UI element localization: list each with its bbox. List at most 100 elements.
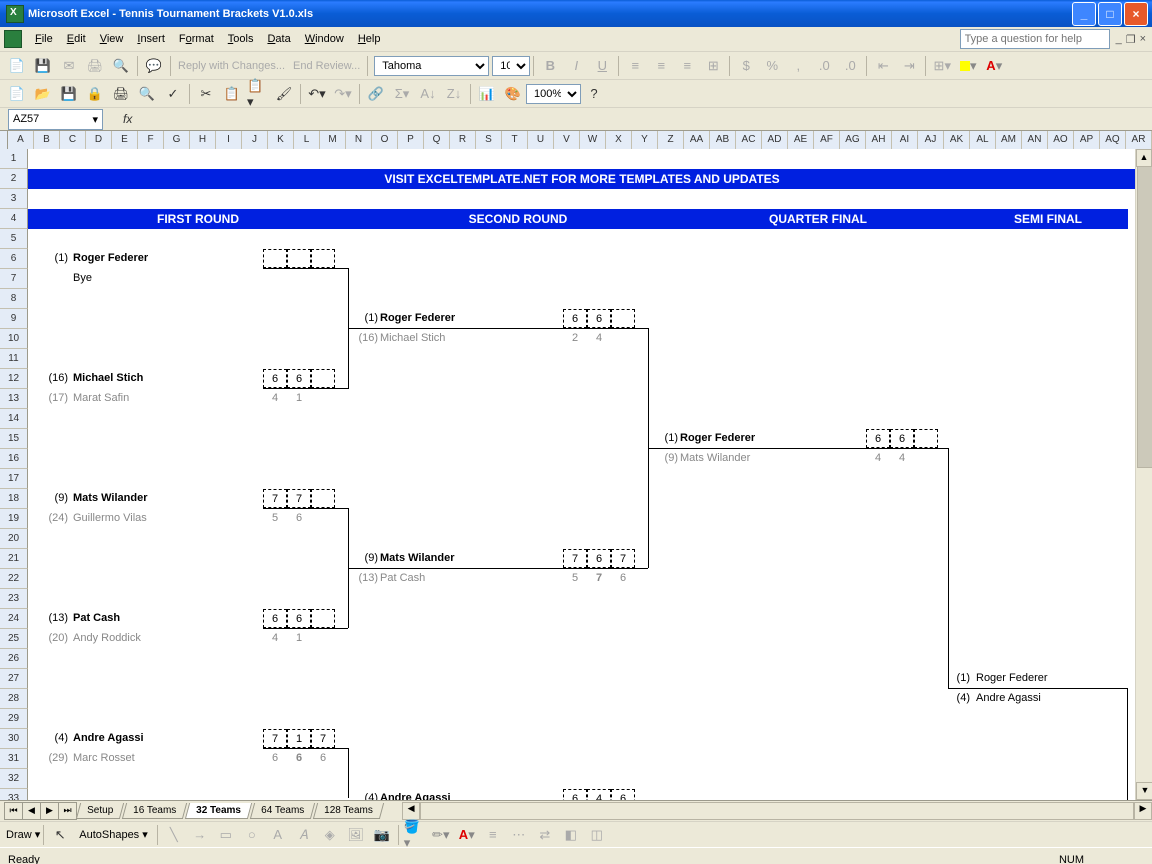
3d-button[interactable]: ◫ (585, 823, 609, 847)
row-header[interactable]: 13 (0, 389, 28, 409)
tab-16-teams[interactable]: 16 Teams (122, 803, 187, 819)
row-header[interactable]: 24 (0, 609, 28, 629)
score-cell[interactable]: 7 (563, 549, 587, 568)
tab-first-button[interactable]: ⏮ (4, 802, 23, 820)
row-header[interactable]: 2 (0, 169, 28, 189)
row-header[interactable]: 20 (0, 529, 28, 549)
print-button[interactable]: 🖨 (83, 54, 107, 78)
mail-button[interactable]: ✉ (57, 54, 81, 78)
row-header[interactable]: 1 (0, 149, 28, 169)
percent-button[interactable]: % (760, 54, 784, 78)
row-header[interactable]: 16 (0, 449, 28, 469)
fill-color-button[interactable]: ▾ (956, 54, 980, 78)
horizontal-scrollbar[interactable]: ◀ ▶ (402, 802, 1152, 820)
align-center-button[interactable]: ≡ (649, 54, 673, 78)
row-header[interactable]: 33 (0, 789, 28, 800)
menu-tools[interactable]: Tools (221, 30, 261, 48)
score-cell[interactable]: 4 (587, 789, 611, 800)
font-size-select[interactable]: 10 (492, 56, 530, 76)
row-header[interactable]: 7 (0, 269, 28, 289)
row-header[interactable]: 8 (0, 289, 28, 309)
column-header[interactable]: H (190, 131, 216, 149)
borders-button[interactable]: ⊞▾ (930, 54, 954, 78)
line-color-button[interactable]: ✏▾ (429, 823, 453, 847)
column-header[interactable]: AJ (918, 131, 944, 149)
tab-128-teams[interactable]: 128 Teams (313, 803, 384, 819)
scroll-up-button[interactable]: ▲ (1136, 149, 1152, 167)
autoshapes-menu[interactable]: AutoShapes ▾ (73, 828, 154, 841)
doc-minimize-button[interactable]: _ (1116, 33, 1122, 46)
column-header[interactable]: AD (762, 131, 788, 149)
paste-button[interactable]: 📋▾ (246, 82, 270, 106)
score-cell[interactable] (914, 429, 938, 448)
row-header[interactable]: 30 (0, 729, 28, 749)
column-header[interactable]: X (606, 131, 632, 149)
menu-data[interactable]: Data (260, 30, 297, 48)
italic-button[interactable]: I (564, 54, 588, 78)
increase-indent-button[interactable]: ⇥ (897, 54, 921, 78)
score-cell[interactable]: 6 (287, 369, 311, 388)
draw-menu[interactable]: Draw ▾ (6, 828, 40, 841)
worksheet-grid[interactable]: ABCDEFGHIJKLMNOPQRSTUVWXYZAAABACADAEAFAG… (0, 131, 1152, 800)
underline-button[interactable]: U (590, 54, 614, 78)
score-cell[interactable]: 6 (866, 429, 890, 448)
row-header[interactable]: 29 (0, 709, 28, 729)
column-header[interactable]: AQ (1100, 131, 1126, 149)
rectangle-button[interactable]: ▭ (214, 823, 238, 847)
menu-view[interactable]: View (93, 30, 131, 48)
doc-close-button[interactable]: × (1140, 33, 1146, 46)
column-header[interactable]: AE (788, 131, 814, 149)
menu-insert[interactable]: Insert (130, 30, 172, 48)
copy-button[interactable]: 📋 (220, 82, 244, 106)
line-style-button[interactable]: ≡ (481, 823, 505, 847)
fx-label[interactable]: fx (123, 112, 132, 126)
row-header[interactable]: 31 (0, 749, 28, 769)
undo-button[interactable]: ↶▾ (305, 82, 329, 106)
tab-32-teams[interactable]: 32 Teams (185, 803, 252, 819)
row-header[interactable]: 23 (0, 589, 28, 609)
column-header[interactable]: AM (996, 131, 1022, 149)
line-button[interactable]: ╲ (162, 823, 186, 847)
name-box[interactable]: AZ57▾ (8, 109, 103, 130)
score-cell[interactable] (263, 249, 287, 268)
column-header[interactable]: C (60, 131, 86, 149)
column-header[interactable]: AG (840, 131, 866, 149)
decrease-decimal-button[interactable]: .0 (838, 54, 862, 78)
print-preview-button[interactable]: 🔍 (135, 82, 159, 106)
row-header[interactable]: 28 (0, 689, 28, 709)
column-header[interactable]: U (528, 131, 554, 149)
clipart-button[interactable]: 🖼 (344, 823, 368, 847)
row-header[interactable]: 22 (0, 569, 28, 589)
save-button[interactable]: 💾 (31, 54, 55, 78)
column-header[interactable]: AC (736, 131, 762, 149)
autosum-button[interactable]: Σ▾ (390, 82, 414, 106)
row-header[interactable]: 15 (0, 429, 28, 449)
print-button-2[interactable]: 🖨 (109, 82, 133, 106)
column-header[interactable]: AR (1126, 131, 1152, 149)
row-header[interactable]: 10 (0, 329, 28, 349)
column-header[interactable]: AF (814, 131, 840, 149)
row-header[interactable]: 9 (0, 309, 28, 329)
score-cell[interactable]: 6 (263, 609, 287, 628)
hyperlink-button[interactable]: 🔗 (364, 82, 388, 106)
score-cell[interactable] (311, 369, 335, 388)
row-header[interactable]: 14 (0, 409, 28, 429)
column-header[interactable]: P (398, 131, 424, 149)
cut-button[interactable]: ✂ (194, 82, 218, 106)
tab-last-button[interactable]: ⏭ (58, 802, 77, 820)
menu-window[interactable]: Window (298, 30, 351, 48)
score-cell[interactable]: 7 (287, 489, 311, 508)
column-header[interactable]: W (580, 131, 606, 149)
scroll-left-button[interactable]: ◀ (402, 802, 420, 820)
score-cell[interactable]: 7 (311, 729, 335, 748)
font-select[interactable]: Tahoma (374, 56, 489, 76)
row-header[interactable]: 26 (0, 649, 28, 669)
textbox-button[interactable]: A (266, 823, 290, 847)
row-header[interactable]: 4 (0, 209, 28, 229)
column-header[interactable]: J (242, 131, 268, 149)
row-header[interactable]: 18 (0, 489, 28, 509)
increase-decimal-button[interactable]: .0 (812, 54, 836, 78)
save-button-2[interactable]: 💾 (57, 82, 81, 106)
row-header[interactable]: 6 (0, 249, 28, 269)
select-all-corner[interactable] (0, 131, 8, 149)
